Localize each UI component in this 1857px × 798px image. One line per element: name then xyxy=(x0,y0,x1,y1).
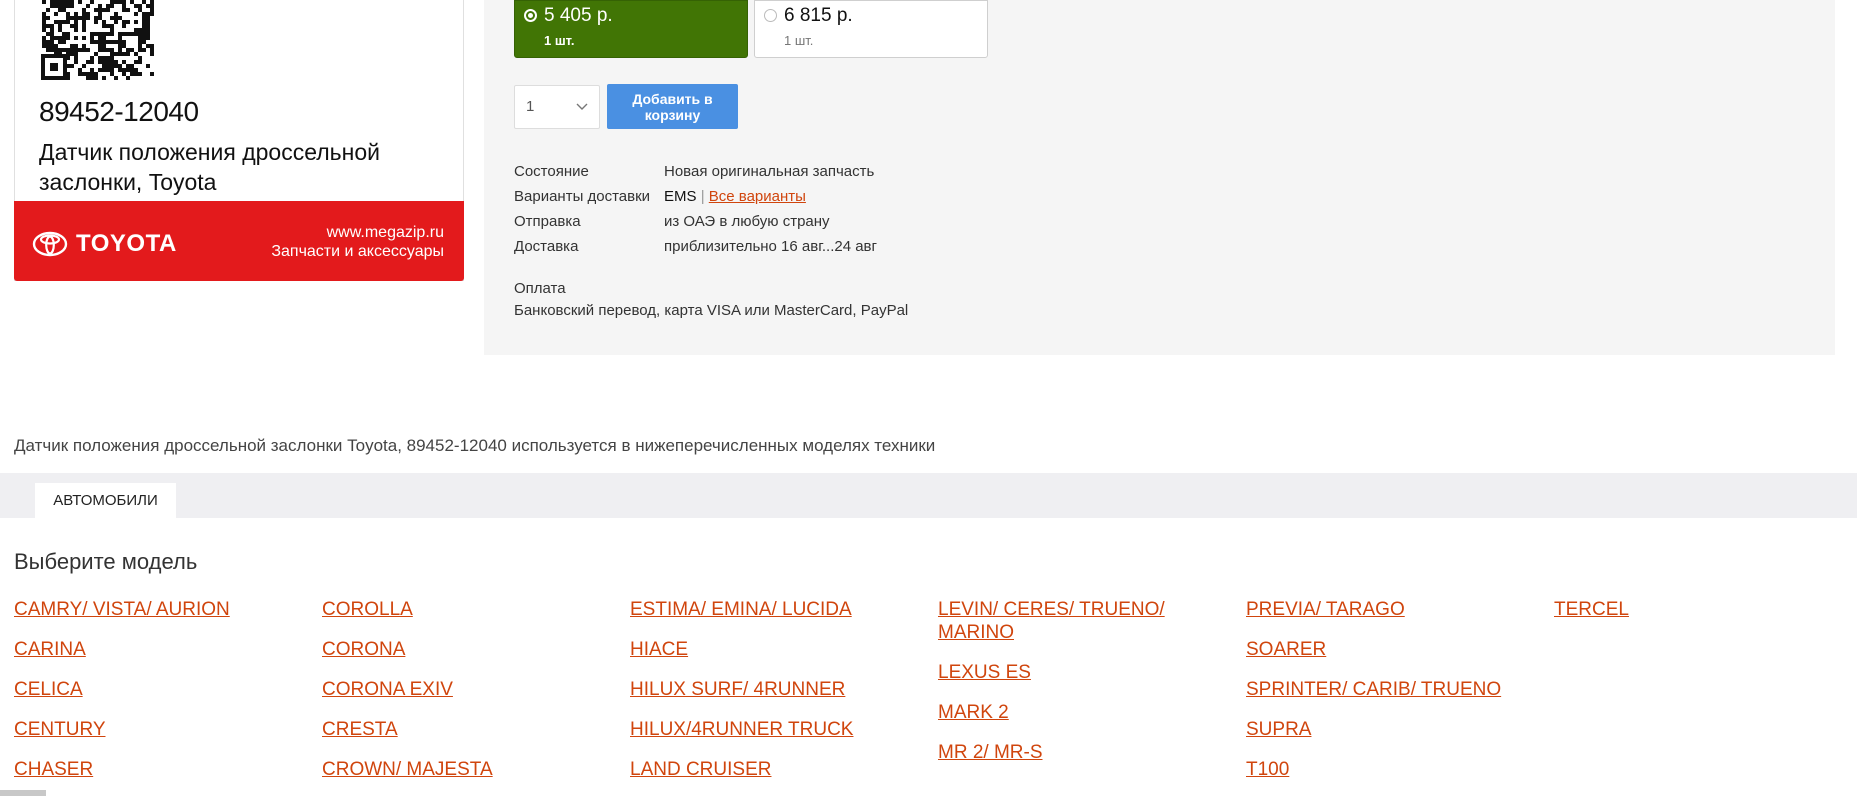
info-label: Варианты доставки xyxy=(514,188,651,205)
model-column-4: LEVIN/ CERES/ TRUENO/ MARINO LEXUS ES MA… xyxy=(938,598,1178,781)
usage-description: Датчик положения дроссельной заслонки To… xyxy=(14,436,936,455)
model-column-5: PREVIA/ TARAGO SOARER SPRINTER/ CARIB/ T… xyxy=(1246,598,1546,798)
offer-option-1[interactable]: 5 405 р. 1 шт. xyxy=(514,0,748,58)
model-column-3: ESTIMA/ EMINA/ LUCIDA HIACE HILUX SURF/ … xyxy=(630,598,930,798)
info-label: Состояние xyxy=(514,163,589,180)
chevron-down-icon xyxy=(576,103,588,110)
horizontal-scrollbar-thumb[interactable] xyxy=(0,790,46,796)
model-link[interactable]: COROLLA xyxy=(322,598,622,621)
banner-site: www.megazip.ru xyxy=(326,224,444,241)
payment-methods: Банковский перевод, карта VISA или Maste… xyxy=(514,302,909,319)
offer-price: 5 405 р. xyxy=(544,5,613,26)
model-link[interactable]: CRESTA xyxy=(322,718,622,741)
model-link[interactable]: LEXUS ES xyxy=(938,661,1178,684)
model-link[interactable]: LAND CRUISER xyxy=(630,758,930,781)
model-link[interactable]: PREVIA/ TARAGO xyxy=(1246,598,1546,621)
offer-option-2[interactable]: 6 815 р. 1 шт. xyxy=(754,0,988,58)
banner-info: www.megazip.ru Запчасти и аксессуары xyxy=(271,223,444,261)
model-link[interactable]: MARK 2 xyxy=(938,701,1178,724)
model-link[interactable]: SUPRA xyxy=(1246,718,1546,741)
info-value: из ОАЭ в любую страну xyxy=(664,213,830,230)
quantity-value: 1 xyxy=(526,98,535,115)
qr-code-icon xyxy=(41,0,154,80)
info-label: Доставка xyxy=(514,238,579,255)
offer-qty: 1 шт. xyxy=(544,33,575,48)
offer-price: 6 815 р. xyxy=(784,5,853,26)
model-column-6: TERCEL xyxy=(1554,598,1854,638)
brand-banner: TOYOTA www.megazip.ru Запчасти и аксессу… xyxy=(14,201,464,281)
brand-logo: TOYOTA xyxy=(32,230,177,258)
payment-label: Оплата xyxy=(514,280,566,297)
add-to-cart-button[interactable]: Добавить в корзину xyxy=(607,84,738,129)
model-link[interactable]: CENTURY xyxy=(14,718,314,741)
model-link[interactable]: HIACE xyxy=(630,638,930,661)
quantity-select[interactable]: 1 xyxy=(514,85,600,129)
model-link[interactable]: HILUX SURF/ 4RUNNER xyxy=(630,678,930,701)
model-link[interactable]: SPRINTER/ CARIB/ TRUENO xyxy=(1246,678,1546,701)
model-link[interactable]: CHASER xyxy=(14,758,314,781)
part-name: Датчик положения дроссельной заслонки, T… xyxy=(39,139,380,195)
model-link[interactable]: CARINA xyxy=(14,638,314,661)
separator: | xyxy=(700,188,705,205)
model-link[interactable]: SOARER xyxy=(1246,638,1546,661)
model-link[interactable]: HILUX/4RUNNER TRUCK xyxy=(630,718,930,741)
radio-selected-icon[interactable] xyxy=(524,9,537,22)
model-column-2: COROLLA CORONA CORONA EXIV CRESTA CROWN/… xyxy=(322,598,622,798)
info-value: EMS | Все варианты xyxy=(664,188,806,205)
model-link[interactable]: MR 2/ MR-S xyxy=(938,741,1178,764)
model-link[interactable]: T100 xyxy=(1246,758,1546,781)
model-link[interactable]: CORONA EXIV xyxy=(322,678,622,701)
choose-model-heading: Выберите модель xyxy=(14,549,198,574)
offer-panel: 5 405 р. 1 шт. 6 815 р. 1 шт. 1 Добавить… xyxy=(484,0,1835,355)
info-label: Отправка xyxy=(514,213,581,230)
brand-name: TOYOTA xyxy=(76,230,177,257)
model-link[interactable]: CORONA xyxy=(322,638,622,661)
radio-empty-icon[interactable] xyxy=(764,9,777,22)
model-column-1: CAMRY/ VISTA/ AURION CARINA CELICA CENTU… xyxy=(14,598,314,798)
model-link[interactable]: CROWN/ MAJESTA xyxy=(322,758,622,781)
tab-automobiles[interactable]: АВТОМОБИЛИ xyxy=(35,483,176,518)
delivery-method: EMS xyxy=(664,188,697,205)
model-link[interactable]: TERCEL xyxy=(1554,598,1854,621)
all-delivery-options-link[interactable]: Все варианты xyxy=(709,188,806,205)
model-link[interactable]: CELICA xyxy=(14,678,314,701)
category-tabs: АВТОМОБИЛИ xyxy=(0,473,1857,518)
model-link[interactable]: LEVIN/ CERES/ TRUENO/ MARINO xyxy=(938,598,1178,644)
model-link[interactable]: ESTIMA/ EMINA/ LUCIDA xyxy=(630,598,930,621)
part-number: 89452-12040 xyxy=(39,96,199,127)
info-value: приблизительно 16 авг...24 авг xyxy=(664,238,877,255)
model-link[interactable]: CAMRY/ VISTA/ AURION xyxy=(14,598,314,621)
product-card: 89452-12040 Датчик положения дроссельной… xyxy=(14,0,464,281)
toyota-logo-icon xyxy=(32,231,68,257)
offer-qty: 1 шт. xyxy=(784,33,814,48)
info-value: Новая оригинальная запчасть xyxy=(664,163,875,180)
banner-tagline: Запчасти и аксессуары xyxy=(271,243,444,260)
